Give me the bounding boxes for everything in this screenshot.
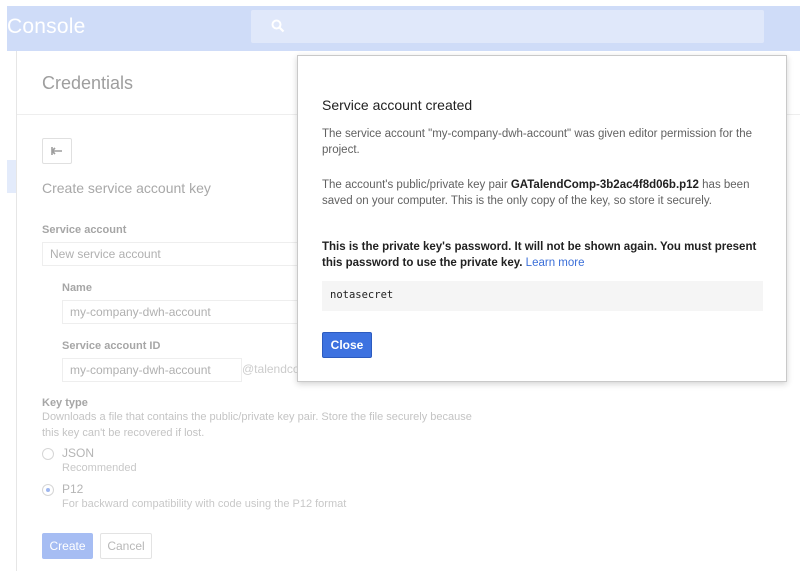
name-input[interactable]: my-company-dwh-account bbox=[62, 300, 302, 324]
close-button[interactable]: Close bbox=[322, 332, 372, 358]
dialog-permission-text: The service account "my-company-dwh-acco… bbox=[322, 128, 753, 156]
radio-p12[interactable] bbox=[42, 484, 54, 496]
password-warning: This is the private key's password. It w… bbox=[322, 239, 766, 271]
key-file-name: GATalendComp-3b2ac4f8d06b.p12 bbox=[510, 179, 699, 191]
back-arrow-icon bbox=[51, 147, 62, 155]
sidebar-selected-indicator bbox=[7, 160, 17, 193]
page-title: Credentials bbox=[42, 73, 134, 93]
radio-json-sub: Recommended bbox=[62, 462, 137, 474]
back-button[interactable] bbox=[42, 138, 72, 164]
dialog-key-saved-text: The account's public/private key pair GA… bbox=[322, 177, 766, 209]
learn-more-link[interactable]: Learn more bbox=[526, 257, 585, 269]
service-account-label: Service account bbox=[42, 224, 127, 236]
name-label: Name bbox=[62, 282, 92, 294]
section-title: Create service account key bbox=[42, 180, 211, 196]
service-account-id-label: Service account ID bbox=[62, 340, 161, 352]
radio-p12-label: P12 bbox=[62, 482, 84, 496]
radio-json-label: JSON bbox=[62, 446, 95, 460]
service-account-created-dialog: Service account created The service acco… bbox=[297, 55, 787, 382]
service-account-select[interactable]: New service account bbox=[42, 242, 332, 266]
cancel-button[interactable]: Cancel bbox=[100, 533, 152, 559]
key-type-label: Key type bbox=[42, 397, 88, 409]
create-button[interactable]: Create bbox=[42, 533, 93, 559]
top-app-bar: Console bbox=[7, 6, 800, 51]
app-brand: Console bbox=[7, 15, 86, 38]
search-box[interactable] bbox=[251, 10, 764, 43]
search-icon bbox=[271, 19, 285, 38]
password-field[interactable]: notasecret bbox=[322, 281, 763, 311]
key-type-help: Downloads a file that contains the publi… bbox=[42, 411, 472, 423]
key-type-help-2: this key can't be recovered if lost. bbox=[42, 427, 205, 439]
radio-p12-sub: For backward compatibility with code usi… bbox=[62, 498, 347, 510]
radio-json[interactable] bbox=[42, 448, 54, 460]
dialog-title: Service account created bbox=[322, 97, 473, 113]
service-account-id-input[interactable]: my-company-dwh-account bbox=[62, 358, 242, 382]
key-saved-prefix: The account's public/private key pair bbox=[322, 179, 511, 191]
service-account-id-suffix: @talendco bbox=[242, 362, 300, 376]
